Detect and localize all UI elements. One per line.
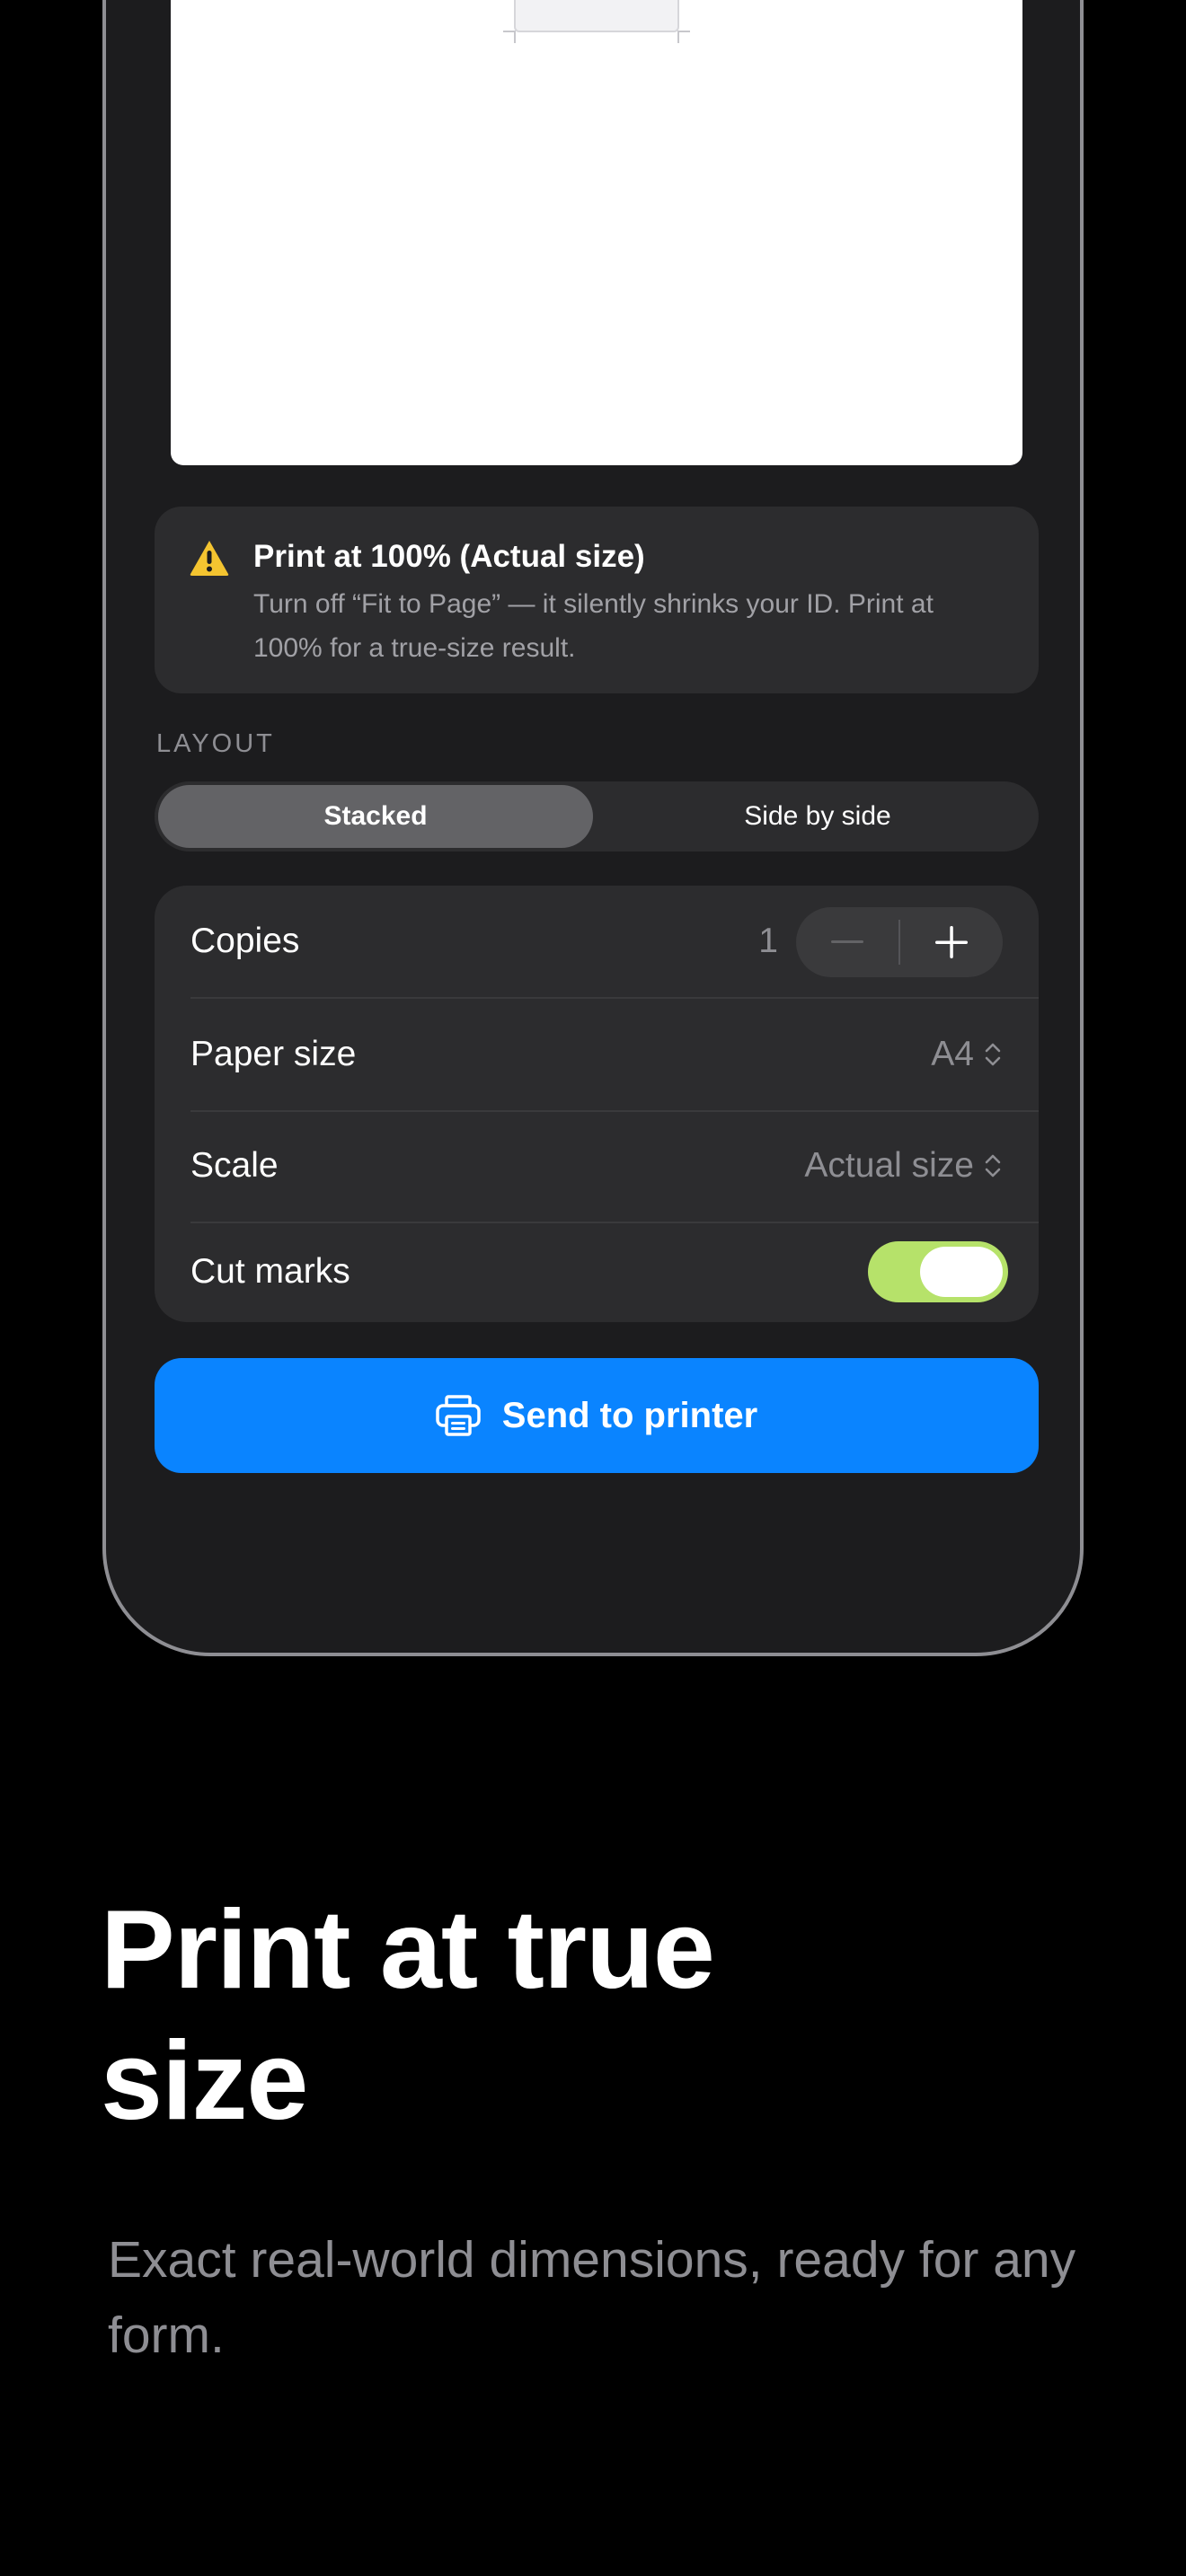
headline-line-1: Print at true bbox=[101, 1888, 715, 2012]
print-screen: Print at 100% (Actual size) Turn off “Fi… bbox=[106, 0, 1080, 1653]
cut-marks-toggle[interactable] bbox=[868, 1241, 1008, 1302]
cut-marks-row: Cut marks bbox=[155, 1223, 1039, 1322]
chevron-updown-icon bbox=[985, 1043, 1001, 1066]
toggle-knob bbox=[920, 1247, 1003, 1297]
printer-icon bbox=[436, 1395, 481, 1436]
scale-value: Actual size bbox=[804, 1146, 974, 1185]
scale-label: Scale bbox=[190, 1146, 279, 1185]
phone-frame: Print at 100% (Actual size) Turn off “Fi… bbox=[102, 0, 1084, 1656]
cut-mark bbox=[677, 31, 679, 43]
decrement-button[interactable] bbox=[796, 907, 898, 977]
marketing-headline: Print at true size bbox=[101, 1884, 783, 2147]
layout-segmented-control: Stacked Side by side bbox=[155, 781, 1039, 851]
warning-triangle-icon bbox=[190, 541, 229, 576]
send-to-printer-button[interactable]: Send to printer bbox=[155, 1358, 1039, 1473]
id-card-preview bbox=[514, 0, 679, 32]
copies-label: Copies bbox=[190, 922, 300, 960]
increment-button[interactable] bbox=[900, 907, 1003, 977]
layout-section-label: LAYOUT bbox=[156, 729, 275, 758]
paper-size-label: Paper size bbox=[190, 1035, 357, 1073]
paper-size-value: A4 bbox=[931, 1035, 974, 1073]
cut-mark bbox=[677, 31, 690, 32]
print-preview-page bbox=[171, 0, 1022, 465]
paper-size-select[interactable]: A4 bbox=[931, 1035, 1003, 1074]
minus-icon bbox=[831, 940, 863, 943]
send-to-printer-label: Send to printer bbox=[501, 1395, 758, 1435]
copies-stepper bbox=[796, 907, 1003, 977]
warning-message: Turn off “Fit to Page” — it silently shr… bbox=[253, 589, 934, 663]
copies-value: 1 bbox=[758, 922, 778, 960]
cut-mark bbox=[514, 31, 516, 43]
print-settings-group: Copies 1 Paper size A4 Scale Actual size… bbox=[155, 886, 1039, 1322]
chevron-updown-icon bbox=[985, 1154, 1001, 1178]
copies-row: Copies 1 bbox=[155, 886, 1039, 999]
paper-size-row[interactable]: Paper size A4 bbox=[155, 999, 1039, 1112]
scale-row[interactable]: Scale Actual size bbox=[155, 1112, 1039, 1223]
marketing-subtitle: Exact real-world dimensions, ready for a… bbox=[108, 2231, 1076, 2364]
layout-option-stacked[interactable]: Stacked bbox=[158, 785, 593, 848]
warning-title: Print at 100% (Actual size) bbox=[253, 539, 645, 574]
print-warning-banner: Print at 100% (Actual size) Turn off “Fi… bbox=[155, 507, 1039, 693]
plus-icon bbox=[935, 926, 968, 958]
layout-option-side-by-side[interactable]: Side by side bbox=[600, 785, 1035, 848]
headline-line-2: size bbox=[101, 2019, 308, 2143]
cut-marks-label: Cut marks bbox=[190, 1252, 350, 1291]
scale-select[interactable]: Actual size bbox=[804, 1146, 1003, 1186]
